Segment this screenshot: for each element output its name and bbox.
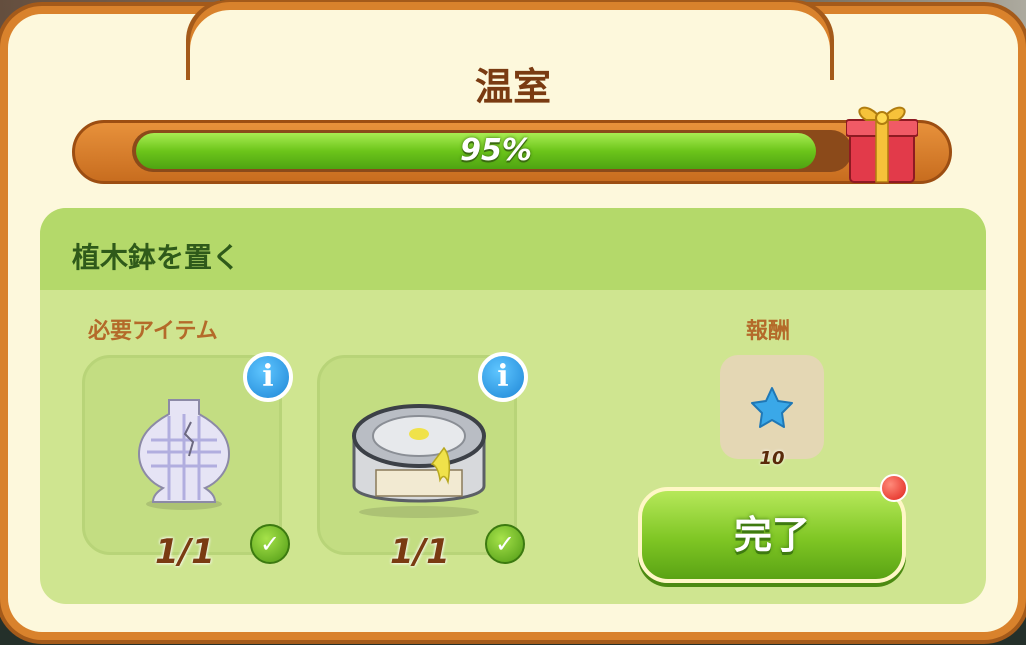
item-count-paint-can: 1/1	[390, 532, 450, 572]
paint-can-icon	[352, 404, 486, 518]
complete-button[interactable]: 完了	[638, 487, 906, 583]
notification-dot	[880, 474, 908, 502]
item-count-vase: 1/1	[155, 532, 215, 572]
reward-label: 報酬	[746, 319, 791, 344]
progress-label: 95%	[460, 133, 532, 168]
check-icon: ✓	[250, 524, 290, 564]
blue-star-icon	[751, 387, 793, 428]
check-icon: ✓	[485, 524, 525, 564]
item-card-paint-can: i	[317, 352, 528, 555]
vase-icon	[137, 399, 231, 510]
gift-box-icon[interactable]	[846, 96, 918, 186]
required-items-label: 必要アイテム	[88, 319, 218, 344]
info-button-paint-can[interactable]: i	[478, 352, 528, 402]
item-card-vase: i	[82, 352, 293, 555]
reward-card	[720, 355, 824, 459]
task-title: 植木鉢を置く	[72, 241, 241, 274]
reward-count: 10	[759, 448, 785, 469]
info-button-vase[interactable]: i	[243, 352, 293, 402]
